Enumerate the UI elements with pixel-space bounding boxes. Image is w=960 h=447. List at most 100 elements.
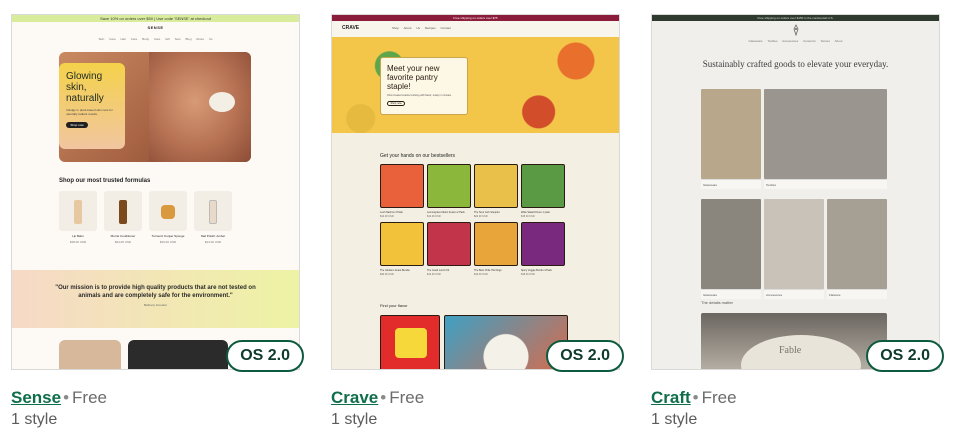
preview-product-image bbox=[380, 222, 424, 266]
preview-product-price: $12.00 USD bbox=[427, 273, 441, 276]
preview-product-grid: Lush Nachos 3 Pack $12.00 USD Lemongrass … bbox=[380, 164, 565, 276]
preview-product-price: $22.00 USD bbox=[474, 215, 488, 218]
preview-product-image bbox=[149, 191, 187, 231]
preview-product-price: $18.00 USD bbox=[69, 240, 87, 244]
theme-preview-craft[interactable]: Free shipping on orders over $150 in the… bbox=[651, 14, 940, 370]
preview-logo: SENSE bbox=[147, 25, 164, 30]
preview-category-label: Flatware bbox=[827, 289, 887, 299]
preview-tagline: Sustainably crafted goods to elevate you… bbox=[702, 59, 889, 69]
preview-announcement-bar: Free shipping on orders over $150 in the… bbox=[652, 15, 939, 21]
theme-card-sense: Save 10% on orders over $50 | Use code '… bbox=[11, 14, 304, 428]
theme-name-link[interactable]: Crave bbox=[331, 388, 378, 407]
preview-category-label: Glassware bbox=[701, 179, 761, 189]
shorts-graphic bbox=[395, 328, 427, 358]
theme-styles-count: 1 style bbox=[11, 411, 58, 428]
preview-product: Wide Salad Dinner 1 pack $15.00 USD bbox=[521, 164, 565, 218]
theme-styles-count: 1 style bbox=[651, 411, 698, 428]
product-sponge bbox=[161, 205, 175, 219]
preview-category-row: Glassware Accessories Flatware bbox=[701, 199, 887, 299]
theme-price: Free bbox=[72, 388, 108, 407]
preview-hero-text: Indulge in plant-based skin care for nat… bbox=[66, 108, 113, 116]
preview-product: Lush Nachos 3 Pack $12.00 USD bbox=[380, 164, 424, 218]
preview-category-image bbox=[701, 199, 761, 289]
theme-title-line: Crave • Free bbox=[331, 387, 631, 409]
preview-product-image bbox=[474, 164, 518, 208]
product-bottle bbox=[209, 200, 217, 224]
preview-product-image bbox=[427, 164, 471, 208]
preview-product-image bbox=[380, 164, 424, 208]
preview-menu: Skin Care Hair Care Body Care Gift Sets … bbox=[98, 37, 213, 41]
preview-category: Accessories bbox=[764, 199, 824, 299]
theme-preview-crave[interactable]: Free shipping on orders over $75 CRAVE S… bbox=[331, 14, 620, 370]
preview-hero-cta: Shop now bbox=[387, 101, 405, 106]
product-bottle bbox=[119, 200, 127, 224]
preview-product-name: Lip Balm bbox=[72, 234, 84, 238]
preview-mission-author: Bethany Founder bbox=[143, 303, 167, 307]
theme-title-line: Sense • Free bbox=[11, 387, 311, 409]
preview-product-name: The Gluttons Feast Bundle bbox=[380, 269, 410, 272]
preview-product: Nail Polish: Amber $14.00 USD bbox=[194, 191, 232, 244]
preview-product-image bbox=[104, 191, 142, 231]
preview-hero-card: Glowing skin, naturally Indulge in plant… bbox=[59, 63, 125, 149]
preview-product-price: $18.00 USD bbox=[521, 273, 535, 276]
preview-find-title: Find your flavor bbox=[380, 303, 408, 308]
preview-product-price: $16.00 USD bbox=[159, 240, 177, 244]
preview-product: The Sour Jerk Sampler $22.00 USD bbox=[474, 164, 518, 218]
preview-product-name: Nail Polish: Amber bbox=[200, 234, 226, 238]
preview-product-price: $14.00 USD bbox=[204, 240, 222, 244]
preview-category: Textiles bbox=[764, 89, 887, 189]
hero-face-image bbox=[149, 52, 251, 162]
preview-category: Glassware bbox=[701, 89, 761, 189]
theme-styles-count: 1 style bbox=[331, 411, 378, 428]
preview-hero-cta: Shop now bbox=[66, 122, 88, 128]
preview-product: Lemongrass Melon Fusion 2 Pack $12.00 USD bbox=[427, 164, 471, 218]
preview-category-label: Textiles bbox=[764, 179, 887, 189]
os2-badge: OS 2.0 bbox=[866, 340, 944, 372]
preview-product-name: Spicy Veggie Burrito 4 Pack bbox=[521, 269, 552, 272]
preview-logo: CRAVE bbox=[342, 25, 360, 31]
preview-menu: Glassware Textiles Accessories Ceramics … bbox=[748, 39, 843, 43]
preview-product: The Good Lunch Kit $12.00 USD bbox=[427, 222, 471, 276]
preview-product-price: $10.00 USD bbox=[474, 273, 488, 276]
preview-nav: CRAVE Shop About Us Recipes Contact bbox=[332, 21, 619, 37]
preview-product-name: The Best Chile Hot Dogs bbox=[474, 269, 502, 272]
separator-dot: • bbox=[63, 388, 70, 407]
theme-title-line: Craft • Free bbox=[651, 387, 951, 409]
theme-price: Free bbox=[701, 388, 737, 407]
theme-price: Free bbox=[389, 388, 425, 407]
preview-section-title: Get your hands on our bestsellers bbox=[380, 153, 456, 159]
preview-product-name: Turmeric Konjac Sponge bbox=[151, 234, 185, 238]
os2-badge: OS 2.0 bbox=[546, 340, 624, 372]
theme-meta: Crave • Free 1 style bbox=[331, 387, 631, 429]
preview-product-name: Wide Salad Dinner 1 pack bbox=[521, 211, 550, 214]
preview-product-price: $15.00 USD bbox=[521, 215, 535, 218]
preview-menu: Shop About Us Recipes Contact bbox=[392, 26, 451, 30]
preview-product-image bbox=[521, 222, 565, 266]
theme-meta: Craft • Free 1 style bbox=[651, 387, 951, 429]
preview-product-price: $24.00 USD bbox=[114, 240, 132, 244]
preview-product: Spicy Veggie Burrito 4 Pack $18.00 USD bbox=[521, 222, 565, 276]
theme-preview-sense[interactable]: Save 10% on orders over $50 | Use code '… bbox=[11, 14, 300, 370]
separator-dot: • bbox=[692, 388, 699, 407]
theme-meta: Sense • Free 1 style bbox=[11, 387, 311, 429]
preview-product: Turmeric Konjac Sponge $16.00 USD bbox=[149, 191, 187, 244]
preview-hero-heading: Meet your new favorite pantry staple! bbox=[387, 64, 440, 91]
preview-category-image bbox=[764, 89, 887, 179]
preview-details-title: The details matter bbox=[701, 300, 734, 305]
preview-product: The Best Chile Hot Dogs $10.00 USD bbox=[474, 222, 518, 276]
preview-product-name: The Good Lunch Kit bbox=[427, 269, 450, 272]
preview-product-price: $40.00 USD bbox=[380, 273, 394, 276]
preview-hero-text: Chef-created snacks bursting with flavor… bbox=[387, 94, 452, 97]
preview-find-image bbox=[380, 315, 440, 369]
preview-category-image bbox=[827, 199, 887, 289]
preview-product: Morrel Conditioner $24.00 USD bbox=[104, 191, 142, 244]
preview-category-image bbox=[701, 89, 761, 179]
preview-product: The Gluttons Feast Bundle $40.00 USD bbox=[380, 222, 424, 276]
craft-logo-icon bbox=[793, 24, 799, 36]
theme-card-crave: Free shipping on orders over $75 CRAVE S… bbox=[331, 14, 624, 428]
theme-name-link[interactable]: Craft bbox=[651, 388, 691, 407]
preview-announcement-bar: Save 10% on orders over $50 | Use code '… bbox=[12, 15, 299, 22]
theme-name-link[interactable]: Sense bbox=[11, 388, 61, 407]
preview-category: Glassware bbox=[701, 199, 761, 299]
preview-category-label: Glassware bbox=[701, 289, 761, 299]
